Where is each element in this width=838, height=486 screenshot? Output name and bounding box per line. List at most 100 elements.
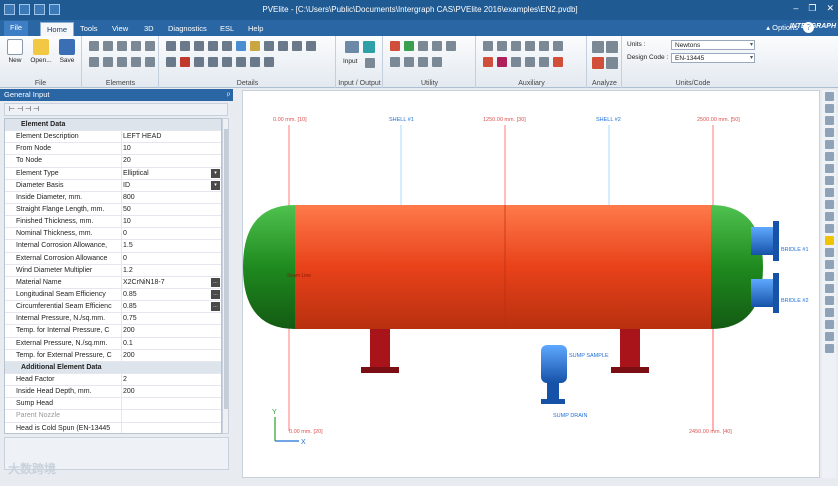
minimize-button[interactable]: – [793, 3, 798, 14]
tray-icon[interactable] [278, 41, 288, 51]
grid-row[interactable]: Inside Head Depth, mm. 200 [5, 386, 221, 399]
grid-row[interactable]: Sump Head [5, 398, 221, 411]
maximize-button[interactable]: ❐ [808, 3, 816, 14]
browse-button[interactable]: … [211, 289, 220, 299]
view-back-icon[interactable] [824, 140, 834, 149]
grid-row-value[interactable]: 0.75 [123, 313, 137, 324]
grid-row-value[interactable]: 200 [123, 386, 135, 397]
tubesheet-icon[interactable] [208, 57, 218, 67]
leg-icon[interactable] [180, 57, 190, 67]
tab-3d[interactable]: 3D [138, 22, 160, 36]
grid-row-value[interactable]: 1.2 [123, 265, 133, 276]
zoom-extents-icon[interactable] [824, 224, 834, 233]
grid-row[interactable]: Straight Flange Length, mm. 50 [5, 203, 221, 217]
grid-row-value[interactable]: 200 [123, 325, 135, 336]
tool-icon[interactable] [390, 41, 400, 51]
halfpipe-icon[interactable] [194, 57, 204, 67]
hidden-line-icon[interactable] [824, 212, 834, 221]
grid-row-value[interactable]: 0.1 [123, 338, 133, 349]
grid-row[interactable]: Temp. for Internal Pressure, C 200 [5, 325, 221, 338]
skirt-icon[interactable] [145, 41, 155, 51]
bolted-cover-icon[interactable] [236, 57, 246, 67]
grid-row[interactable]: Temp. for External Pressure, C 200 [5, 349, 221, 362]
lining-icon[interactable] [250, 41, 260, 51]
pan-icon[interactable] [824, 248, 834, 257]
tab-view[interactable]: View [106, 22, 134, 36]
pdf-icon[interactable] [483, 57, 493, 67]
close-button[interactable]: ✕ [826, 3, 834, 14]
left-head[interactable] [243, 205, 295, 329]
image-icon[interactable] [553, 41, 563, 51]
sump-head[interactable] [541, 345, 567, 383]
wireframe-icon[interactable] [824, 188, 834, 197]
grid-row-value[interactable]: 0.85 [123, 289, 137, 300]
grid-row-value[interactable]: 20 [123, 155, 131, 166]
view-top-icon[interactable] [824, 92, 834, 101]
calculator-icon[interactable] [606, 41, 618, 53]
grid-row-value[interactable]: 0 [123, 228, 127, 239]
grid-row-value[interactable]: 10 [123, 143, 131, 154]
scrollbar-thumb[interactable] [224, 129, 228, 409]
grid-row-value[interactable]: 800 [123, 192, 135, 203]
view-side-icon[interactable] [824, 116, 834, 125]
notes-icon[interactable] [525, 57, 535, 67]
liquid-icon[interactable] [306, 41, 316, 51]
packing-icon[interactable] [264, 41, 274, 51]
input-button[interactable]: Input [343, 58, 357, 65]
grid-row[interactable]: Internal Pressure, N./sq.mm. 0.75 [5, 313, 221, 326]
database-icon[interactable] [539, 41, 549, 51]
grid-row[interactable]: Element Type Elliptical ▾ [5, 167, 221, 180]
platform-icon[interactable] [222, 41, 232, 51]
cylinder-icon[interactable] [89, 41, 99, 51]
grid-row-value[interactable]: 1.5 [123, 240, 133, 251]
pin-icon[interactable]: ᵖ [227, 89, 230, 101]
force-moment-icon[interactable] [208, 41, 218, 51]
grid-row[interactable]: Longitudinal Seam Efficiency 0.85… [5, 288, 221, 302]
rotate-icon[interactable] [824, 236, 834, 245]
view-front-icon[interactable] [824, 104, 834, 113]
clip-icon[interactable] [264, 57, 274, 67]
grid-row[interactable]: Nominal Thickness, mm. 0 [5, 228, 221, 241]
grid-row[interactable]: From Node 10 [5, 143, 221, 156]
view-left-icon[interactable] [824, 164, 834, 173]
error-check-icon[interactable] [592, 57, 604, 69]
grid-row[interactable]: Diameter Basis ID ▾ [5, 179, 221, 192]
conical-head-icon[interactable] [131, 57, 141, 67]
section-icon[interactable] [824, 308, 834, 317]
measure-icon[interactable] [824, 284, 834, 293]
bridle-1-nozzle[interactable] [751, 227, 775, 255]
chart-icon[interactable] [497, 41, 507, 51]
nozzle-icon[interactable] [180, 41, 190, 51]
filter-icon[interactable] [404, 41, 414, 51]
grid-row[interactable]: Finished Thickness, mm. 10 [5, 216, 221, 229]
panel-toolbar[interactable]: ⊢ ⊣ ⊣ ⊣ [4, 103, 228, 116]
tab-file[interactable]: File [4, 21, 29, 36]
grid-row[interactable]: Wind Diameter Multiplier 1.2 [5, 264, 221, 277]
grid-row[interactable]: Element Description LEFT HEAD [5, 131, 221, 144]
tab-esl[interactable]: ESL [214, 22, 240, 36]
drawing-canvas[interactable]: 0.00 mm. [10] SHELL #1 1250.00 mm. [30] … [242, 90, 820, 478]
grid-row-value[interactable]: 50 [123, 204, 131, 215]
analyze-icon[interactable] [592, 41, 604, 53]
view-iso-icon[interactable] [824, 128, 834, 137]
output-icon[interactable] [363, 41, 375, 53]
vessel-shell[interactable] [295, 205, 711, 329]
tab-diagnostics[interactable]: Diagnostics [162, 22, 213, 36]
grid-row[interactable]: Internal Corrosion Allowance, 1.5 [5, 240, 221, 253]
report-icon[interactable] [511, 41, 521, 51]
quick-open-icon[interactable] [19, 4, 30, 15]
clipboard-icon[interactable] [390, 57, 400, 67]
grid-row-value[interactable]: 2 [123, 374, 127, 385]
design-code-select[interactable]: EN-13445 ▾ [671, 53, 755, 63]
insulation-icon[interactable] [236, 41, 246, 51]
grid-row[interactable]: To Node 20 [5, 155, 221, 168]
document-icon[interactable] [511, 57, 521, 67]
grid-row[interactable]: Parent Nozzle [5, 410, 221, 423]
pipe-icon[interactable] [250, 57, 260, 67]
print-icon[interactable] [365, 58, 375, 68]
annotate-icon[interactable] [824, 296, 834, 305]
body-flange-icon[interactable] [89, 57, 99, 67]
shaded-icon[interactable] [824, 200, 834, 209]
search-icon[interactable] [432, 41, 442, 51]
grid-row-value[interactable]: X2CrNiN18-7 [123, 277, 165, 288]
